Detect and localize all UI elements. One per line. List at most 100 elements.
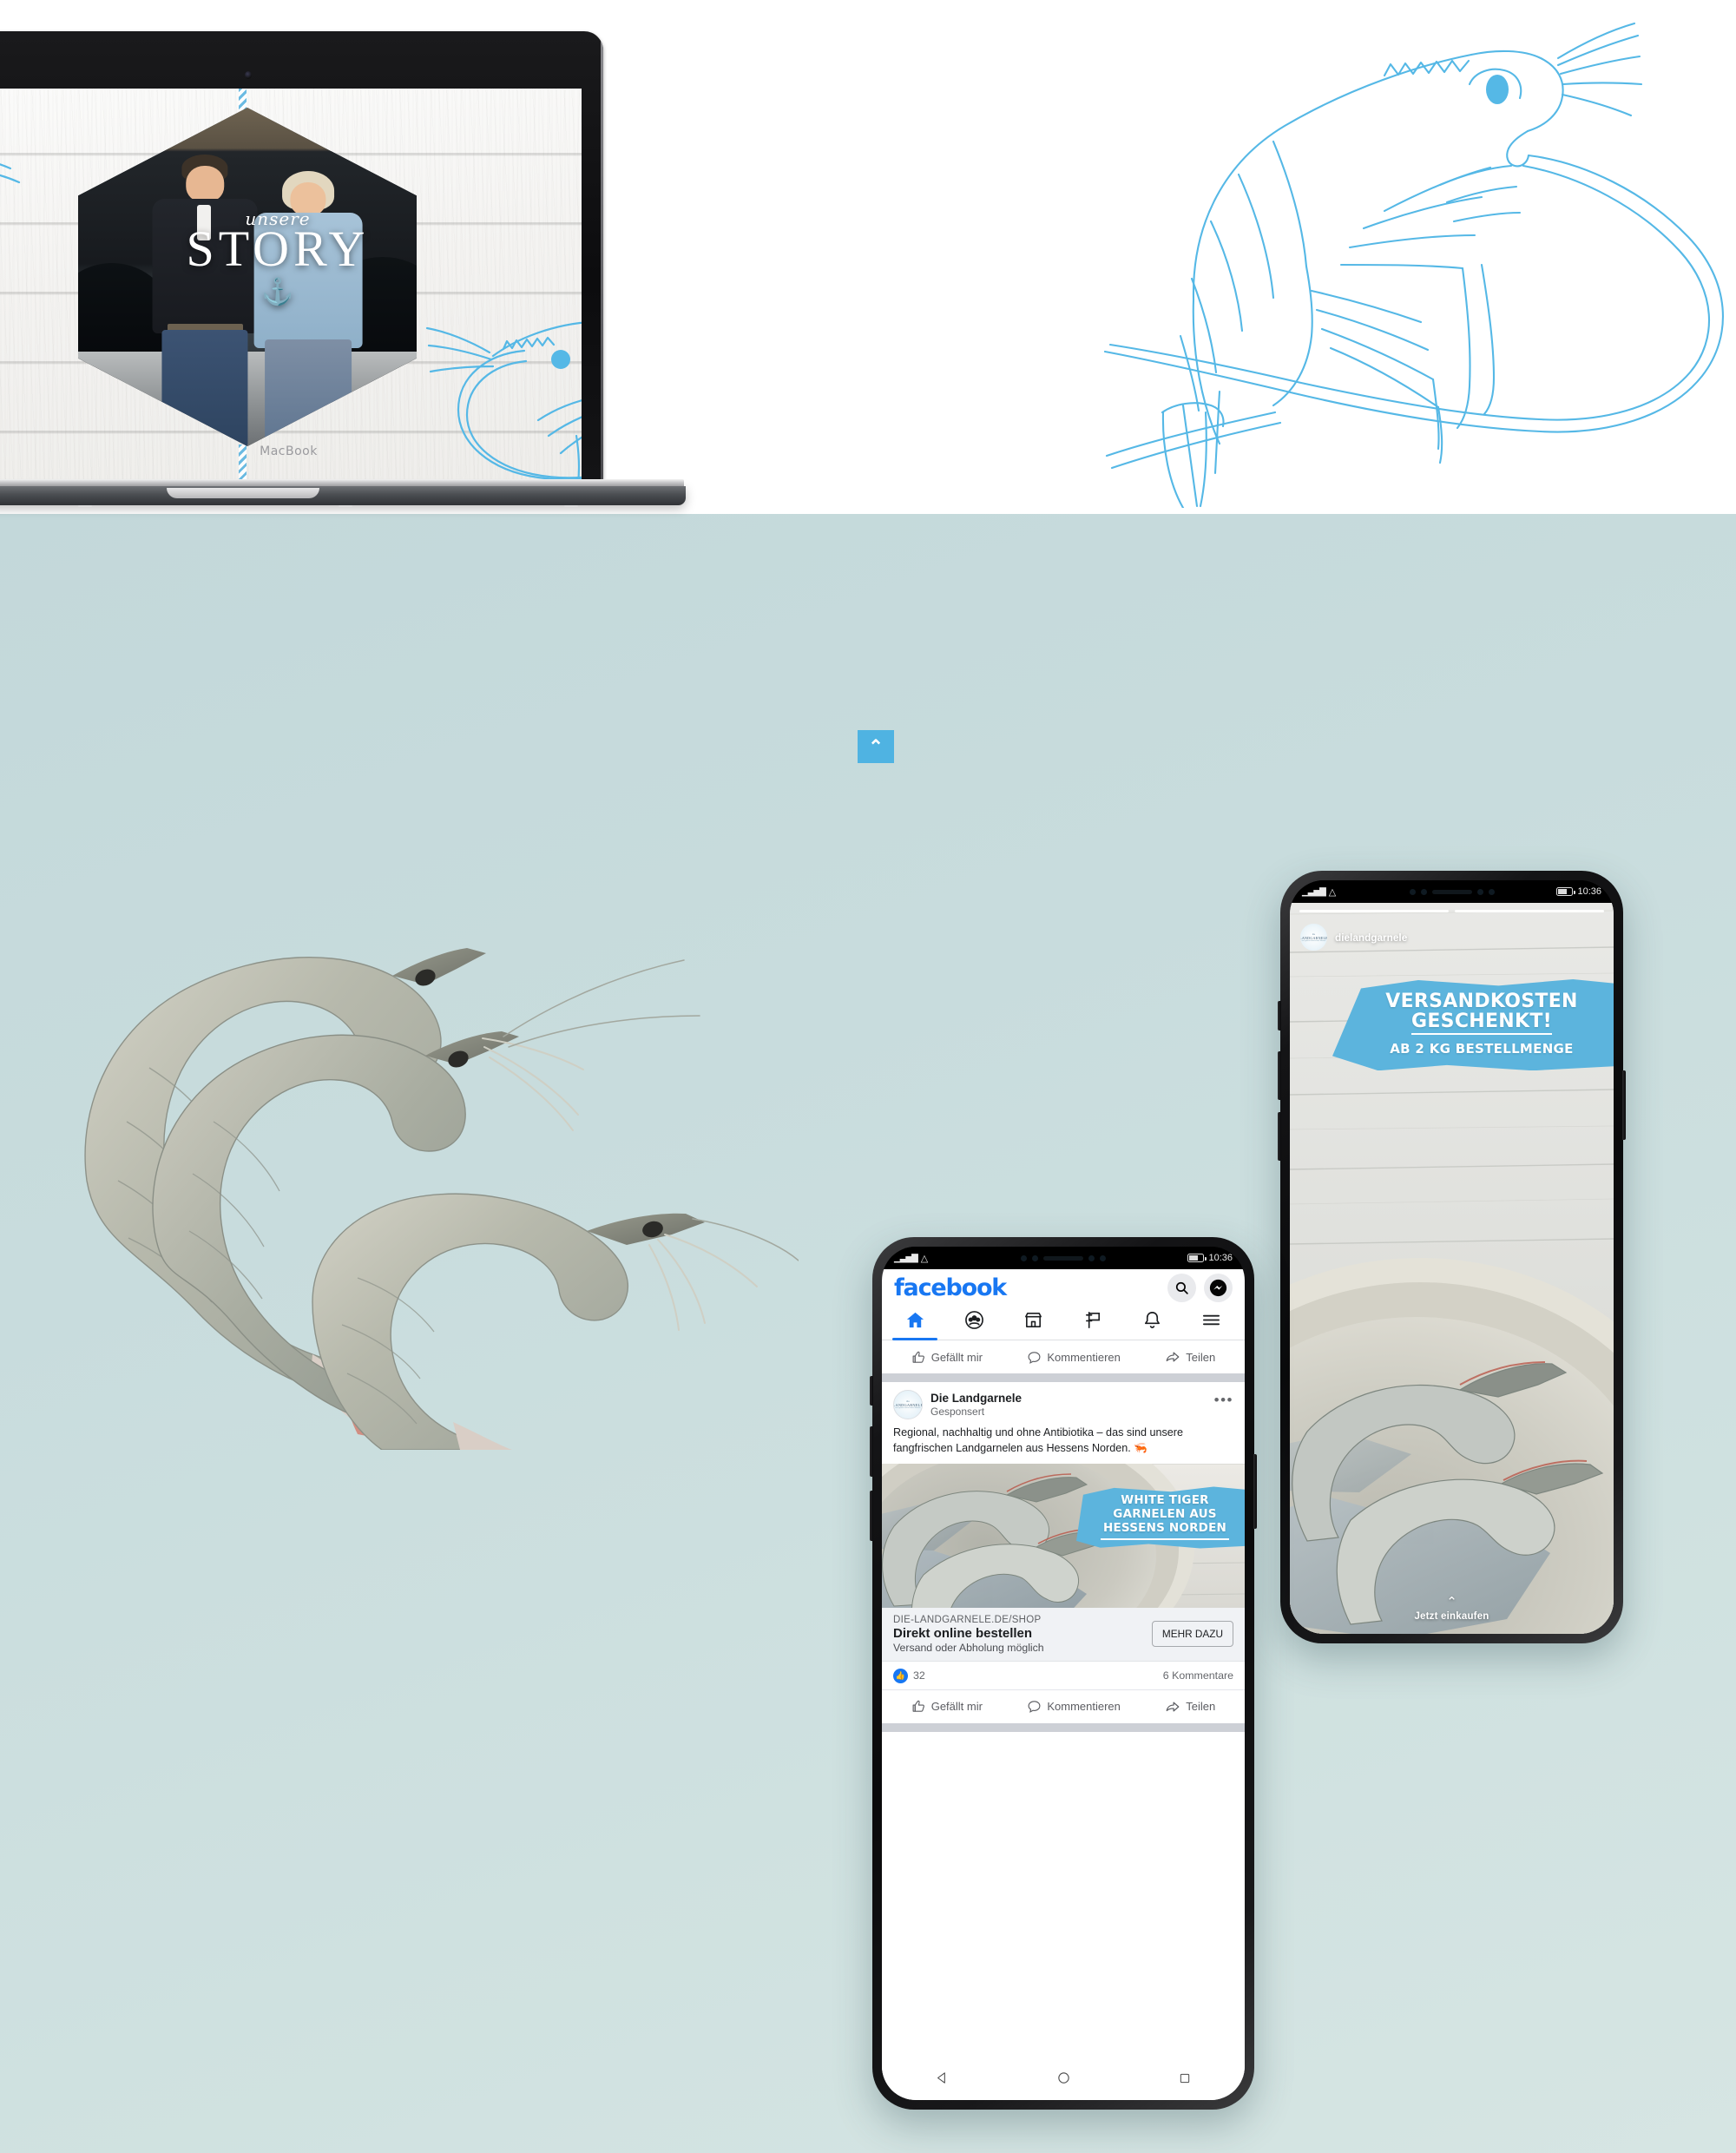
- website-viewport: unsere STORY ⚓ Unsere Landgarnele - unse…: [0, 89, 582, 483]
- facebook-logo[interactable]: facebook: [894, 1274, 1007, 1301]
- front-camera-icon: [1032, 1254, 1038, 1261]
- cta-button[interactable]: MEHR DAZU: [1151, 1621, 1233, 1648]
- story-progress-segment[interactable]: [1299, 910, 1449, 912]
- promo-headline-line-2: GESCHENKT!: [1410, 1011, 1553, 1036]
- phone-mute-button[interactable]: [870, 1376, 873, 1406]
- phone-volume-down-button[interactable]: [1278, 1112, 1281, 1161]
- phone-volume-up-button[interactable]: [870, 1426, 873, 1477]
- macbook-foot-center: [339, 505, 352, 507]
- earpiece-speaker: [1431, 889, 1472, 894]
- tab-notifications[interactable]: [1122, 1304, 1181, 1340]
- circle-home-icon[interactable]: [1056, 2071, 1071, 2090]
- android-navigation-bar[interactable]: [882, 2060, 1245, 2100]
- raw-shrimp-photo: [52, 894, 799, 1450]
- scroll-to-top-button[interactable]: ⌃: [858, 730, 894, 763]
- post-sponsored-label: Gesponsert: [930, 1406, 985, 1418]
- macbook-foot-right: [564, 505, 578, 507]
- earpiece-speaker: [1043, 1255, 1083, 1261]
- ambient-sensor: [1100, 1254, 1106, 1261]
- phone-power-button[interactable]: [1253, 1454, 1257, 1529]
- more-options-icon[interactable]: •••: [1214, 1393, 1233, 1413]
- tab-menu[interactable]: [1182, 1304, 1241, 1340]
- phone-volume-up-button[interactable]: [1278, 1051, 1281, 1100]
- link-domain: DIE-LANDGARNELE.DE/SHOP: [893, 1614, 1042, 1625]
- tab-home[interactable]: [885, 1304, 944, 1340]
- rope-divider-left: [239, 89, 247, 111]
- macbook-base-body: [0, 486, 686, 507]
- post-actions-bottom[interactable]: Gefällt mir Kommentieren Teilen: [882, 1690, 1245, 1723]
- feed-separator-top: [882, 1373, 1245, 1382]
- share-button-bottom[interactable]: Teilen: [1165, 1699, 1215, 1715]
- camera-notch: [1021, 1254, 1106, 1261]
- battery-icon: [1187, 1254, 1207, 1262]
- reaction-summary[interactable]: 👍 32: [893, 1668, 925, 1683]
- instagram-story-view: die LANDGARNELE aus gutem heimischem Was…: [1290, 903, 1614, 1634]
- sensor-dot-right: [1088, 1254, 1095, 1261]
- link-title: Direkt online bestellen: [893, 1625, 1033, 1641]
- webcam-icon: [245, 71, 252, 79]
- facebook-top-bar: facebook: [882, 1269, 1245, 1304]
- macbook-lid-notch: [167, 488, 319, 498]
- avatar[interactable]: die LANDGARNELE aus gutem heimischem Was…: [893, 1390, 923, 1419]
- avatar-line-3: aus gutem heimischem Wasser: [895, 1407, 921, 1409]
- triangle-back-icon[interactable]: [935, 2071, 950, 2090]
- promo-badge-underline: [1101, 1537, 1229, 1540]
- tab-marketplace[interactable]: [1004, 1304, 1063, 1340]
- macbook-base: [0, 479, 690, 510]
- promo-badge-line-2: GARNELEN AUS: [1113, 1506, 1217, 1521]
- post-image[interactable]: WHITE TIGER GARNELEN AUS HESSENS NORDEN: [882, 1463, 1245, 1608]
- post-link-bar[interactable]: DIE-LANDGARNELE.DE/SHOP Direkt online be…: [882, 1607, 1245, 1662]
- comment-button-bottom[interactable]: Kommentieren: [1027, 1699, 1121, 1714]
- comment-button-top[interactable]: Kommentieren: [1027, 1350, 1121, 1365]
- comment-label-top: Kommentieren: [1047, 1350, 1121, 1364]
- swipe-up-cta[interactable]: ⌃ Jetzt einkaufen: [1290, 1596, 1614, 1623]
- status-time: 10:36: [1208, 1253, 1233, 1263]
- promo-badge-line-1: WHITE TIGER: [1121, 1492, 1209, 1507]
- like-button-top[interactable]: Gefällt mir: [911, 1350, 983, 1365]
- feed-separator-bottom: [882, 1722, 1245, 1732]
- messenger-icon[interactable]: [1204, 1274, 1233, 1302]
- share-button-top[interactable]: Teilen: [1165, 1349, 1215, 1365]
- status-bar: ▁▃▅▇ △ 10:36: [882, 1247, 1245, 1269]
- status-bar: ▁▃▅▇ △ 10:36: [1290, 880, 1614, 903]
- promo-badge-line-3: HESSENS NORDEN: [1103, 1520, 1226, 1535]
- macbook-foot-left: [78, 505, 92, 507]
- post-actions-top[interactable]: Gefällt mir Kommentieren Teilen: [882, 1340, 1245, 1373]
- search-icon[interactable]: [1167, 1274, 1196, 1302]
- wifi-icon: △: [1328, 886, 1337, 898]
- phone-mute-button[interactable]: [1278, 1001, 1281, 1030]
- tab-groups[interactable]: [944, 1304, 1003, 1340]
- post-header: die LANDGARNELE aus gutem heimischem Was…: [882, 1382, 1245, 1421]
- avatar[interactable]: die LANDGARNELE aus gutem heimischem Was…: [1300, 924, 1327, 951]
- signal-bars-icon: ▁▃▅▇: [894, 1253, 918, 1263]
- story-progress-segment[interactable]: [1455, 910, 1604, 912]
- like-button-bottom[interactable]: Gefällt mir: [911, 1699, 983, 1714]
- shrimp-line-art-icon-left: [0, 139, 78, 339]
- comments-count[interactable]: 6 Kommentare: [1163, 1669, 1233, 1682]
- post-page-name[interactable]: Die Landgarnele: [930, 1392, 1207, 1405]
- instagram-phone-mockup: ▁▃▅▇ △ 10:36 die LANDGARNELE aus gutem h…: [1278, 871, 1626, 1643]
- sensor-dot-left: [1021, 1254, 1027, 1261]
- promo-badge: WHITE TIGER GARNELEN AUS HESSENS NORDEN: [1076, 1486, 1245, 1549]
- square-recents-icon[interactable]: [1178, 2071, 1192, 2090]
- ambient-sensor: [1488, 888, 1495, 895]
- like-label-top: Gefällt mir: [930, 1350, 983, 1364]
- post-caption: Regional, nachhaltig und ohne Antibiotik…: [893, 1426, 1183, 1454]
- phone-power-button[interactable]: [1622, 1070, 1626, 1140]
- facebook-phone-screen: ▁▃▅▇ △ 10:36 facebook Gefällt mir Kommen…: [882, 1247, 1245, 2100]
- promo-brush-banner: VERSANDKOSTEN GESCHENKT! AB 2 KG BESTELL…: [1332, 979, 1614, 1071]
- tab-pages[interactable]: [1063, 1304, 1122, 1340]
- facebook-app: facebook Gefällt mir Kommentieren Teilen…: [882, 1269, 1245, 2100]
- reaction-count: 32: [913, 1669, 925, 1682]
- instagram-phone-screen: ▁▃▅▇ △ 10:36 die LANDGARNELE aus gutem h…: [1290, 880, 1614, 1634]
- comment-label-bottom: Kommentieren: [1047, 1700, 1121, 1714]
- phone-volume-down-button[interactable]: [870, 1491, 873, 1541]
- story-account-handle[interactable]: dielandgarnele: [1335, 932, 1407, 944]
- promo-subline: AB 2 KG BESTELLMENGE: [1390, 1041, 1574, 1057]
- story-progress-bars[interactable]: [1299, 910, 1604, 912]
- chevron-up-icon: ⌃: [868, 736, 884, 757]
- story-header[interactable]: die LANDGARNELE aus gutem heimischem Was…: [1300, 924, 1407, 951]
- camera-notch: [1409, 888, 1495, 895]
- share-label-bottom: Teilen: [1186, 1700, 1216, 1714]
- facebook-tab-bar[interactable]: [882, 1304, 1245, 1340]
